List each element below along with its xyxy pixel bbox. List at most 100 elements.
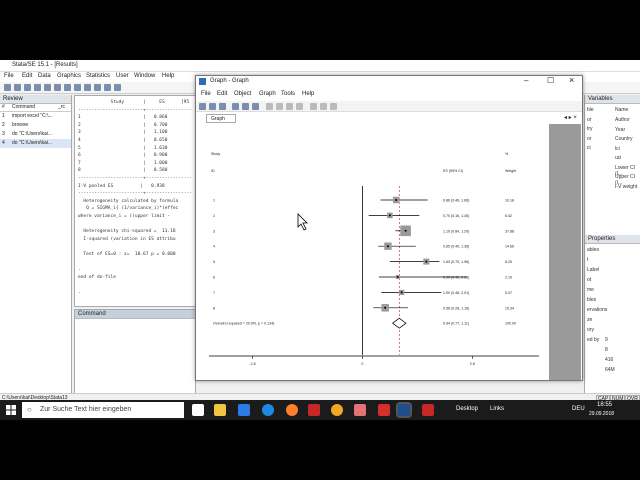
graph-line-icon[interactable] xyxy=(286,103,293,110)
menu-statistics[interactable]: Statistics xyxy=(86,73,110,79)
maximize-button[interactable]: ☐ xyxy=(547,76,554,85)
minimize-button[interactable]: – xyxy=(524,76,528,85)
graph-menu-edit[interactable]: Edit xyxy=(217,91,227,97)
graph-print-icon[interactable] xyxy=(219,103,226,110)
edge-icon[interactable] xyxy=(262,404,274,416)
weight-label: 37.88 xyxy=(505,229,514,233)
task-view-icon[interactable] xyxy=(192,404,204,416)
property-item: ervations xyxy=(587,307,608,313)
graph-menu-object[interactable]: Object xyxy=(234,91,251,97)
results-line: 8 | 0.580 xyxy=(78,168,168,174)
variable-item[interactable]: I-V weight xyxy=(615,184,637,190)
graph-open-icon[interactable] xyxy=(199,103,206,110)
app-red-icon[interactable] xyxy=(422,404,434,416)
property-value: 416 xyxy=(605,357,614,363)
menu-data[interactable]: Data xyxy=(38,73,51,79)
review-row-selected[interactable]: 4 do "C:\Users\kai... xyxy=(0,139,71,148)
links-toolbar[interactable]: Links xyxy=(490,406,504,412)
review-row[interactable]: 1 import excel "C:\... xyxy=(0,112,71,121)
filezilla-icon[interactable] xyxy=(308,404,320,416)
review-col-command: Command xyxy=(12,104,36,110)
graph-gray-margin xyxy=(549,124,581,380)
es-label: 0.90 (0.42, 2.66) xyxy=(443,276,469,280)
break-icon[interactable] xyxy=(114,84,121,91)
data-browser-icon[interactable] xyxy=(84,84,91,91)
graph-window-icon xyxy=(199,78,206,85)
tab-nav-arrows[interactable]: ◂ ▸ × xyxy=(564,114,577,121)
save-icon[interactable] xyxy=(14,84,21,91)
app-icon[interactable] xyxy=(354,404,366,416)
graph-menu-help[interactable]: Help xyxy=(302,91,314,97)
clock-date[interactable]: 29.09.2018 xyxy=(589,411,614,417)
graph-rename-icon[interactable] xyxy=(242,103,249,110)
desktop-toolbar[interactable]: Desktop xyxy=(456,406,478,412)
variable-item[interactable]: lci xyxy=(615,146,620,152)
log-icon[interactable] xyxy=(34,84,41,91)
graph-pause-icon[interactable] xyxy=(320,103,327,110)
point-estimate xyxy=(384,306,387,309)
open-icon[interactable] xyxy=(4,84,11,91)
store-icon[interactable] xyxy=(238,404,250,416)
do-file-editor-icon[interactable] xyxy=(64,84,71,91)
point-estimate xyxy=(395,199,398,201)
graph-tab[interactable]: Graph xyxy=(206,114,236,123)
variable-label-partial: try xyxy=(587,126,593,132)
command-header: Command xyxy=(75,310,195,319)
print-icon[interactable] xyxy=(24,84,31,91)
graph-menu-graph[interactable]: Graph xyxy=(259,91,276,97)
graph-record-icon[interactable] xyxy=(330,103,337,110)
command-pane[interactable]: Command xyxy=(74,309,196,395)
variable-label-partial: ci xyxy=(587,145,591,151)
review-row[interactable]: 3 do "C:\Users\kai... xyxy=(0,130,71,139)
graph-play-icon[interactable] xyxy=(310,103,317,110)
variable-item[interactable]: uci xyxy=(615,155,621,161)
variable-item[interactable]: Year xyxy=(615,127,625,133)
menu-window[interactable]: Window xyxy=(134,73,155,79)
menu-edit[interactable]: Edit xyxy=(22,73,32,79)
results-pane: Study | ES [95 ------------------------+-… xyxy=(74,95,196,307)
overall-es-label: 0.94 (0.77, 1.11) xyxy=(443,322,469,326)
graph-pointer-icon[interactable] xyxy=(266,103,273,110)
review-col-num: # xyxy=(2,104,5,110)
taskbar-search-box[interactable]: ○ Zur Suche Text hier eingeben xyxy=(22,402,184,418)
graph-editor-icon[interactable] xyxy=(252,103,259,110)
clock-time[interactable]: 18:55 xyxy=(597,402,612,408)
windows-taskbar: ○ Zur Suche Text hier eingeben Desktop L… xyxy=(0,400,640,420)
firefox-icon[interactable] xyxy=(286,404,298,416)
acrobat-icon[interactable] xyxy=(378,404,390,416)
graph-icon[interactable] xyxy=(54,84,61,91)
clear-more-icon[interactable] xyxy=(104,84,111,91)
mouse-cursor-icon xyxy=(297,213,308,231)
menu-file[interactable]: File xyxy=(4,73,14,79)
variable-item[interactable]: Country xyxy=(615,136,633,142)
es-label: 0.58 (0.28, 1.16) xyxy=(443,306,469,310)
menu-graphics[interactable]: Graphics xyxy=(57,73,81,79)
results-line: Test of ES=0 : z= 10.67 p = 0.000 xyxy=(78,252,176,257)
language-indicator[interactable]: DEU xyxy=(572,406,585,412)
study-id: 7 xyxy=(213,291,215,295)
graph-marker-icon[interactable] xyxy=(296,103,303,110)
viewer-icon[interactable] xyxy=(44,84,51,91)
menu-user[interactable]: User xyxy=(116,73,129,79)
graph-menu-tools[interactable]: Tools xyxy=(281,91,295,97)
graph-text-icon[interactable] xyxy=(276,103,283,110)
graph-copy-icon[interactable] xyxy=(232,103,239,110)
variables-header: Variables xyxy=(585,95,640,104)
windows-start-icon[interactable] xyxy=(6,405,16,415)
data-editor-icon[interactable] xyxy=(74,84,81,91)
weight-label: 10.18 xyxy=(505,199,514,203)
review-row[interactable]: 2 browse xyxy=(0,121,71,130)
variables-pane: Variables Author Year Country lci uci Lower C… xyxy=(584,95,640,395)
close-button[interactable]: × xyxy=(569,75,574,85)
results-line: 2 | 0.700 xyxy=(78,122,168,128)
vlc-icon[interactable] xyxy=(331,404,343,416)
variable-item[interactable]: Author xyxy=(615,117,630,123)
es-label: 1.00 (0.48, 2.01) xyxy=(443,291,469,295)
variables-manager-icon[interactable] xyxy=(94,84,101,91)
graph-menu-file[interactable]: File xyxy=(201,91,211,97)
graph-save-icon[interactable] xyxy=(209,103,216,110)
stata-taskbar-icon[interactable] xyxy=(396,402,412,418)
results-line: Study | ES [95 xyxy=(78,100,190,105)
menu-help[interactable]: Help xyxy=(162,73,174,79)
file-explorer-icon[interactable] xyxy=(214,404,226,416)
